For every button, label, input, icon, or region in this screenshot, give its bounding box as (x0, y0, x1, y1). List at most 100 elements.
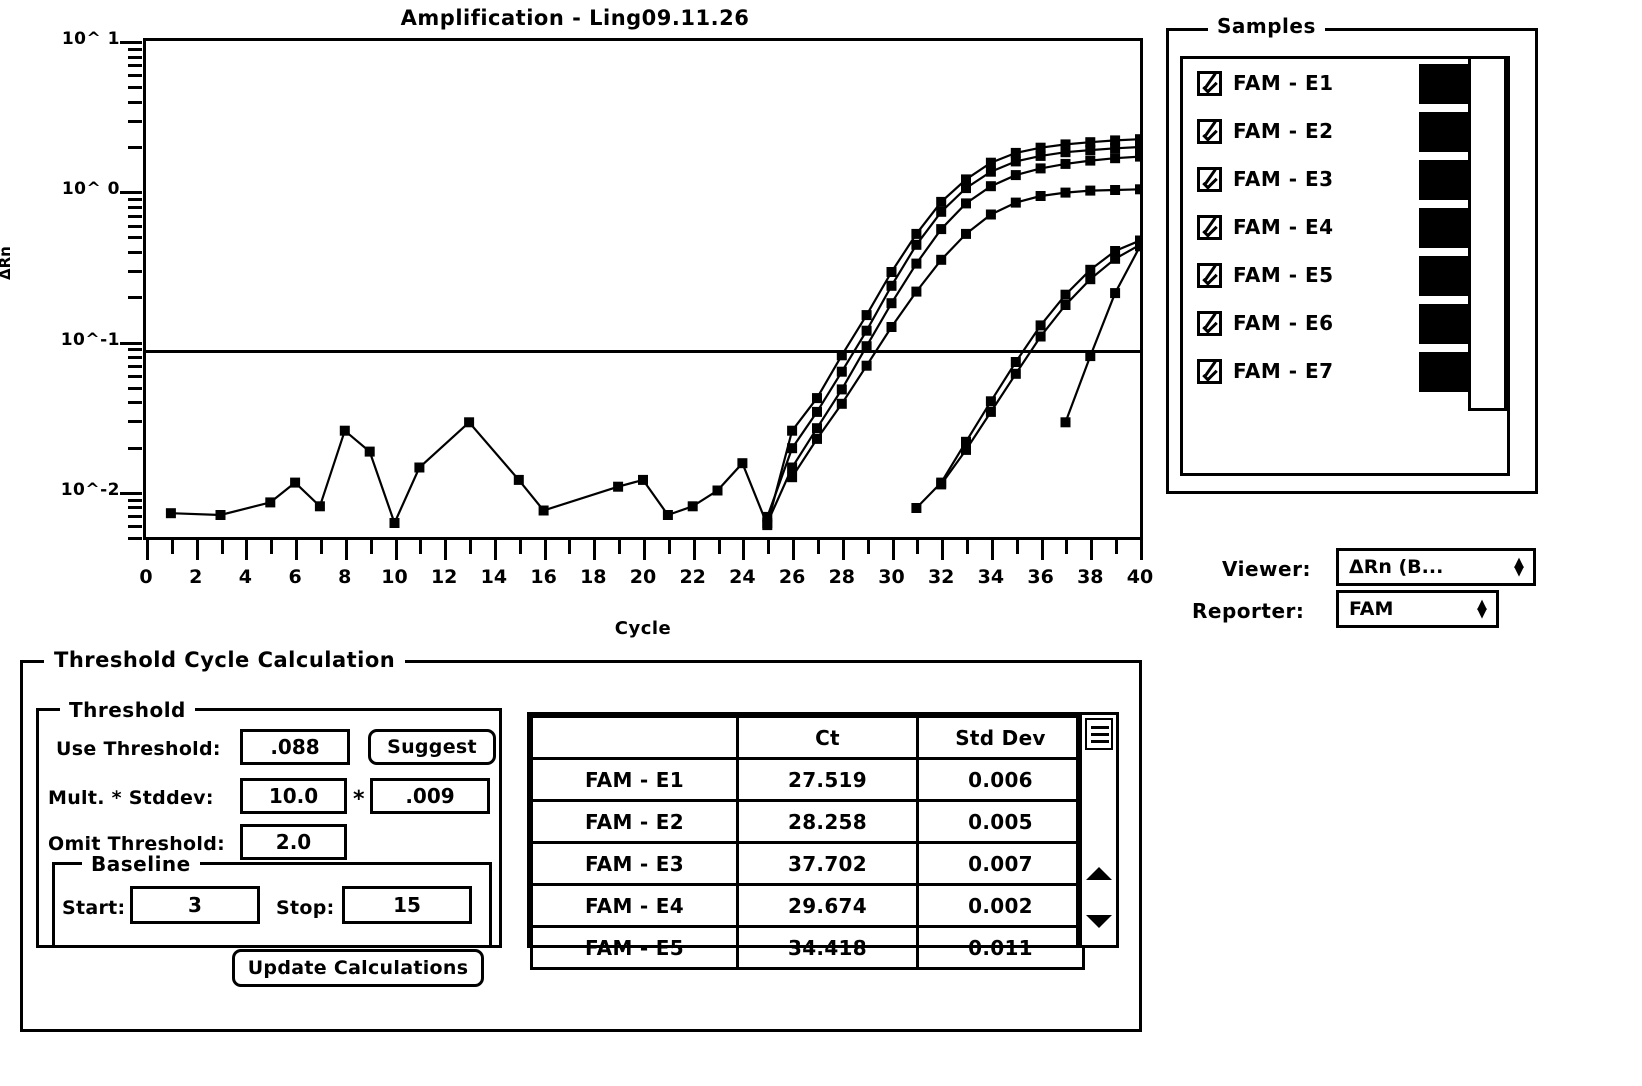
table-row[interactable]: FAM - E2 28.258 0.005 (530, 799, 1085, 844)
x-tick-label: 2 (189, 566, 203, 588)
table-row[interactable]: FAM - E5 34.418 0.011 (530, 925, 1085, 970)
threshold-cycle-calculation-legend: Threshold Cycle Calculation (44, 648, 406, 672)
y-minor-tick (128, 386, 142, 390)
scroll-down-arrow-icon[interactable] (1086, 915, 1112, 928)
x-minor-tick (319, 540, 323, 554)
y-major-tick (120, 41, 142, 44)
y-minor-tick (128, 47, 142, 51)
x-major-tick (493, 540, 497, 560)
sample-row[interactable]: FAM - E6 (1183, 299, 1507, 347)
threshold-legend: Threshold (60, 698, 195, 722)
checkbox-checked-icon[interactable] (1197, 310, 1222, 336)
x-major-tick (841, 540, 845, 560)
x-tick-label: 22 (679, 566, 706, 588)
x-major-tick (444, 540, 448, 560)
x-major-tick (543, 540, 547, 560)
y-minor-tick (128, 269, 142, 273)
y-minor-tick (128, 198, 142, 202)
y-minor-tick (128, 205, 142, 209)
ct-value: 27.519 (736, 757, 919, 802)
x-tick-label: 0 (139, 566, 153, 588)
sample-color-swatch (1419, 208, 1469, 248)
sample-color-swatch (1419, 352, 1469, 392)
samples-scrollbar[interactable] (1468, 56, 1507, 411)
series-fam-e5 (911, 235, 1140, 513)
sample-label: FAM - E5 (1233, 263, 1334, 287)
x-minor-tick (469, 540, 473, 554)
baseline-start-input[interactable]: 3 (130, 886, 260, 924)
sample-row[interactable]: FAM - E3 (1183, 155, 1507, 203)
reporter-label: Reporter: (1192, 599, 1305, 623)
checkbox-checked-icon[interactable] (1197, 166, 1222, 192)
table-row[interactable]: FAM - E4 29.674 0.002 (530, 883, 1085, 928)
x-axis-ticks (143, 540, 1143, 562)
sample-label: FAM - E6 (1233, 311, 1334, 335)
sample-row[interactable]: FAM - E5 (1183, 251, 1507, 299)
x-tick-label: 8 (338, 566, 352, 588)
baseline-legend: Baseline (82, 852, 200, 876)
baseline-stop-label: Stop: (276, 897, 335, 919)
y-minor-tick (128, 348, 142, 352)
viewer-label: Viewer: (1222, 557, 1311, 581)
chevron-updown-icon: ▲ ▼ (1514, 555, 1524, 579)
y-minor-tick (128, 374, 142, 378)
checkbox-checked-icon[interactable] (1197, 214, 1222, 240)
x-minor-tick (419, 540, 423, 554)
use-threshold-input[interactable]: .088 (240, 729, 350, 765)
sample-row[interactable]: FAM - E4 (1183, 203, 1507, 251)
y-minor-tick (128, 100, 142, 104)
sample-row[interactable]: FAM - E2 (1183, 107, 1507, 155)
ct-value: 29.674 (736, 883, 919, 928)
samples-list[interactable]: FAM - E1 FAM - E2 FAM - E3 FAM - E4 FAM - E5… (1180, 56, 1510, 476)
baseline-stop-input[interactable]: 15 (342, 886, 472, 924)
results-scrollbar[interactable] (1079, 712, 1119, 948)
y-minor-tick (128, 146, 142, 150)
y-minor-tick (128, 420, 142, 424)
sample-row[interactable]: FAM - E7 (1183, 347, 1507, 395)
checkbox-checked-icon[interactable] (1197, 262, 1222, 288)
x-major-tick (146, 540, 149, 560)
x-major-tick (1090, 540, 1094, 560)
y-tick-label: 10^ 0 (61, 179, 120, 200)
table-row[interactable]: FAM - E3 37.702 0.007 (530, 841, 1085, 886)
x-tick-label: 26 (778, 566, 806, 588)
sample-color-swatch (1419, 64, 1469, 104)
x-tick-label: 30 (878, 566, 905, 588)
x-tick-label: 18 (580, 566, 607, 588)
update-calculations-button[interactable]: Update Calculations (232, 949, 484, 987)
use-threshold-label: Use Threshold: (56, 738, 221, 760)
y-minor-tick (128, 86, 142, 90)
mult-input[interactable]: 10.0 (240, 778, 347, 814)
sample-row[interactable]: FAM - E1 (1183, 59, 1507, 107)
checkbox-checked-icon[interactable] (1197, 70, 1222, 96)
omit-threshold-input[interactable]: 2.0 (240, 824, 347, 860)
std-dev-value: 0.002 (916, 883, 1085, 928)
checkbox-checked-icon[interactable] (1197, 118, 1222, 144)
x-tick-label: 36 (1027, 566, 1054, 588)
x-tick-label: 14 (480, 566, 508, 588)
reporter-select[interactable]: FAM ▲ ▼ (1336, 590, 1499, 628)
x-minor-tick (1015, 540, 1019, 554)
x-minor-tick (170, 540, 174, 554)
table-row[interactable]: FAM - E1 27.519 0.006 (530, 757, 1085, 802)
x-minor-tick (966, 540, 970, 554)
y-minor-tick (128, 356, 142, 360)
table-header-row: Ct Std Dev (530, 715, 1085, 760)
scroll-up-arrow-icon[interactable] (1086, 867, 1112, 880)
scrollbar-thumb[interactable] (1085, 718, 1113, 750)
checkbox-checked-icon[interactable] (1197, 358, 1222, 384)
x-minor-tick (1115, 540, 1119, 554)
stddev-input[interactable]: .009 (370, 778, 490, 814)
viewer-select[interactable]: ΔRn (B... ▲ ▼ (1336, 548, 1536, 586)
threshold-line[interactable] (146, 349, 1140, 353)
sample-name: FAM - E2 (530, 799, 739, 844)
y-minor-tick (128, 525, 142, 529)
x-minor-tick (220, 540, 224, 554)
amplification-chart: Amplification - Ling09.11.26 ΔRn 10^ 1 10… (0, 0, 1153, 650)
y-minor-tick (128, 55, 142, 59)
suggest-button[interactable]: Suggest (368, 729, 496, 765)
y-minor-tick (128, 214, 142, 218)
sample-label: FAM - E2 (1233, 119, 1334, 143)
x-tick-label: 10 (381, 566, 408, 588)
std-dev-value: 0.005 (916, 799, 1085, 844)
